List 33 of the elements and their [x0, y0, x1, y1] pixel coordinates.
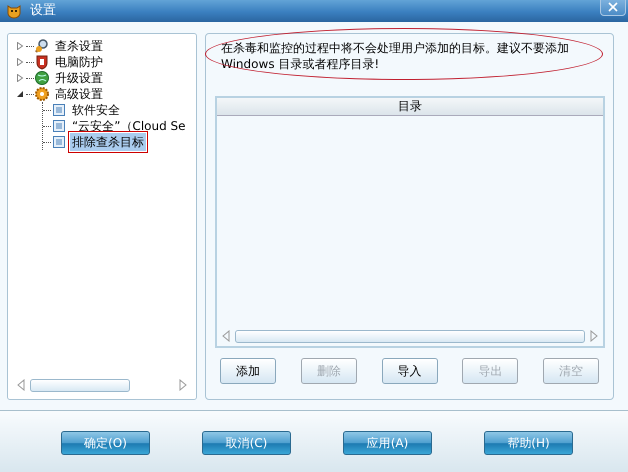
- horizontal-scrollbar[interactable]: [16, 377, 188, 393]
- notice-text: 在杀毒和监控的过程中将不会处理用户添加的目标。建议不要添加Windows 目录或者程序目录!: [221, 41, 569, 71]
- tiger-logo-icon: [6, 3, 22, 19]
- horizontal-scrollbar[interactable]: [221, 328, 599, 344]
- tree-item[interactable]: 电脑防护: [53, 53, 105, 71]
- column-header[interactable]: 目录: [217, 98, 603, 115]
- tree-item[interactable]: 升级设置: [53, 69, 105, 87]
- scroll-left-icon[interactable]: [16, 379, 26, 391]
- gear-icon: [34, 86, 50, 102]
- collapse-icon[interactable]: [16, 90, 24, 98]
- tree-item[interactable]: 高级设置: [53, 85, 105, 103]
- tree-item[interactable]: 软件安全: [70, 101, 122, 119]
- shield-icon: [34, 54, 50, 70]
- window-title: 设置: [30, 2, 56, 20]
- magnifier-icon: [34, 38, 50, 54]
- close-icon: [608, 2, 618, 12]
- expand-icon[interactable]: [16, 74, 24, 82]
- action-button[interactable]: 添加: [220, 358, 276, 384]
- document-icon: [51, 118, 67, 134]
- document-icon: [51, 134, 67, 150]
- expand-icon[interactable]: [16, 42, 24, 50]
- dialog-button[interactable]: 确定(O): [61, 431, 150, 455]
- expand-icon[interactable]: [16, 58, 24, 66]
- tree-item[interactable]: 查杀设置: [53, 38, 105, 55]
- globe-icon: [34, 70, 50, 86]
- scroll-right-icon[interactable]: [178, 379, 188, 391]
- dialog-button[interactable]: 应用(A): [343, 431, 432, 455]
- tree-item[interactable]: 排除查杀目标: [70, 133, 146, 151]
- close-button[interactable]: [600, 0, 626, 16]
- document-icon: [51, 102, 67, 118]
- scroll-left-icon[interactable]: [221, 330, 231, 342]
- action-button[interactable]: 导入: [382, 358, 438, 384]
- scroll-right-icon[interactable]: [589, 330, 599, 342]
